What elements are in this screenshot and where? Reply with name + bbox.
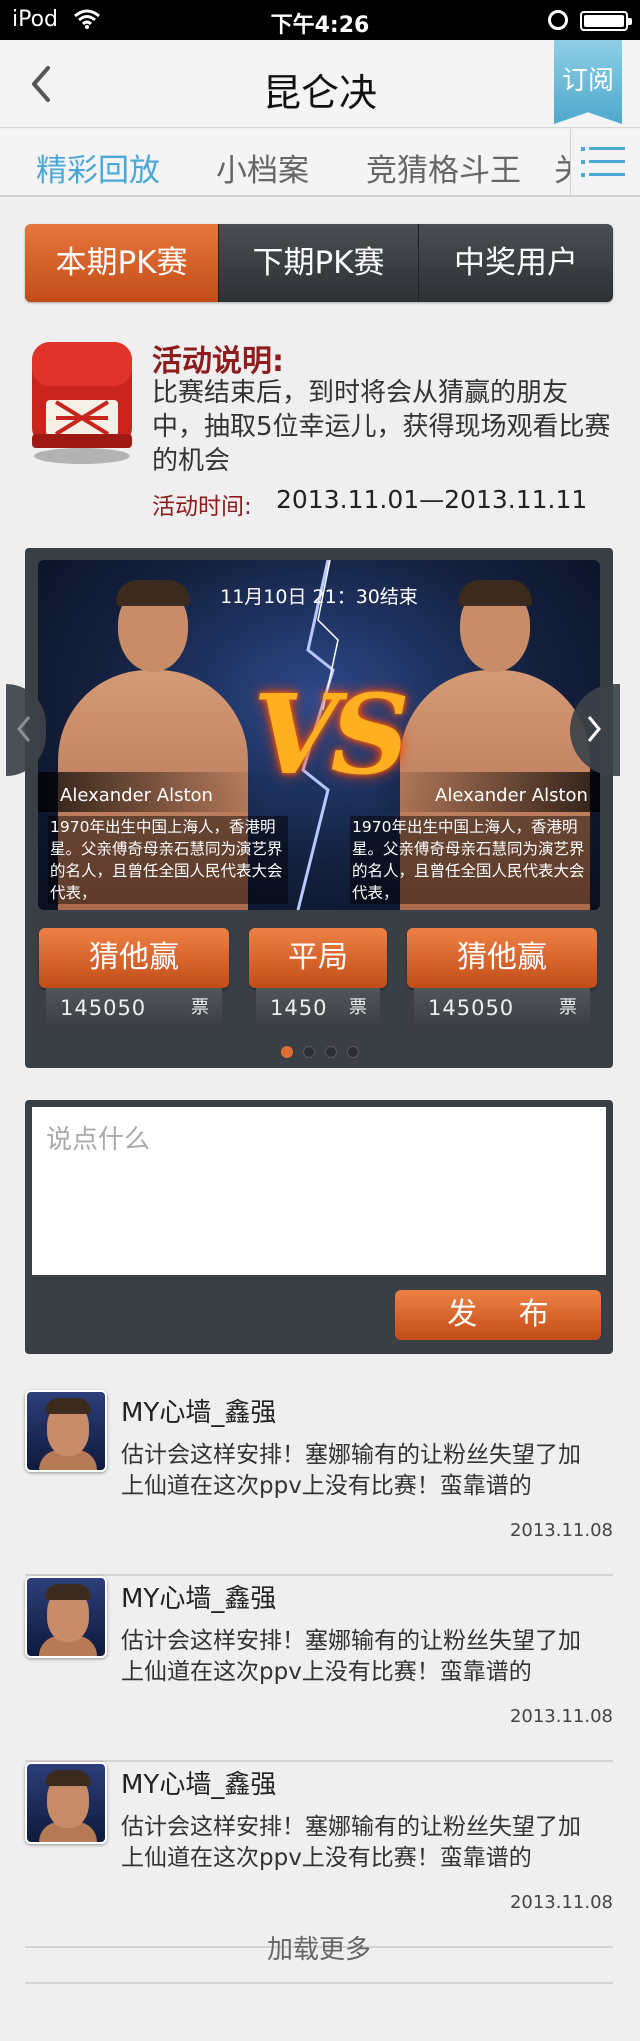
comment-input[interactable] <box>32 1107 606 1275</box>
subscribe-button[interactable]: 订阅 <box>554 40 622 124</box>
vote-draw-count-unit: 票 <box>349 997 368 1018</box>
carousel-page-indicator <box>0 1043 640 1062</box>
nav-bar: 昆仑决 订阅 <box>0 40 640 128</box>
fighter-left-bio: 1970年出生中国上海人，香港明星。父亲傅奇母亲石慧同为演艺界的名人，且曾任全国… <box>48 816 288 904</box>
pk-segment-control: 本期PK赛 下期PK赛 中奖用户 <box>25 224 613 302</box>
vote-draw-count-value: 1450 <box>270 996 328 1020</box>
fighter-left-name: Alexander Alston <box>60 785 213 806</box>
page-dot[interactable] <box>325 1046 337 1058</box>
fighter-right-bio: 1970年出生中国上海人，香港明星。父亲傅奇母亲石慧同为演艺界的名人，且曾任全国… <box>350 816 590 904</box>
comment-username[interactable]: MY心墙_鑫强 <box>121 1764 276 1801</box>
avatar[interactable] <box>25 1762 107 1844</box>
vote-left-count-unit: 票 <box>191 997 210 1018</box>
comment-date: 2013.11.08 <box>509 1706 613 1727</box>
comment-date: 2013.11.08 <box>509 1892 613 1913</box>
activity-title: 活动说明: <box>152 344 284 379</box>
segment-winners[interactable]: 中奖用户 <box>419 224 613 302</box>
comment-item: MY心墙_鑫强 估计会这样安排！塞娜输有的让粉丝失望了加上仙道在这次ppv上没有… <box>25 1576 613 1762</box>
category-tabs: 精彩回放 小档案 竞猜格斗王 关 <box>0 129 640 197</box>
segment-current-pk[interactable]: 本期PK赛 <box>25 224 219 302</box>
boxing-glove-icon <box>32 342 132 464</box>
battery-icon <box>580 11 632 31</box>
activity-time-value: 2013.11.01—2013.11.11 <box>276 485 588 514</box>
comment-date: 2013.11.08 <box>509 1520 613 1541</box>
avatar[interactable] <box>25 1390 107 1472</box>
vote-right-count-unit: 票 <box>559 997 578 1018</box>
comment-username[interactable]: MY心墙_鑫强 <box>121 1392 276 1429</box>
vote-right-win-button[interactable]: 猜他赢 <box>407 928 597 988</box>
alarm-icon <box>548 10 568 30</box>
tab-profile[interactable]: 小档案 <box>216 145 309 190</box>
activity-time-label: 活动时间: <box>152 494 252 520</box>
vote-left-count-value: 145050 <box>60 996 147 1020</box>
chevron-left-icon <box>17 716 31 742</box>
comment-username[interactable]: MY心墙_鑫强 <box>121 1578 276 1615</box>
comment-text: 估计会这样安排！塞娜输有的让粉丝失望了加上仙道在这次ppv上没有比赛！蛮靠谱的 <box>121 1814 581 1871</box>
tab-guess-champion[interactable]: 竞猜格斗王 <box>366 145 521 190</box>
vote-right-count: 145050 票 <box>414 988 590 1028</box>
tab-highlights[interactable]: 精彩回放 <box>36 145 160 190</box>
clock: 下午4:26 <box>270 13 370 38</box>
page-dot[interactable] <box>347 1046 359 1058</box>
comment-text: 估计会这样安排！塞娜输有的让粉丝失望了加上仙道在这次ppv上没有比赛！蛮靠谱的 <box>121 1628 581 1685</box>
page-dot[interactable] <box>303 1046 315 1058</box>
publish-button[interactable]: 发 布 <box>395 1290 601 1340</box>
fighter-right-name: Alexander Alston <box>435 785 588 806</box>
match-end-time: 11月10日 21：30结束 <box>220 586 418 608</box>
vote-right-count-value: 145050 <box>428 996 515 1020</box>
activity-description: 比赛结束后，到时将会从猜赢的朋友中，抽取5位幸运儿，获得现场观看比赛的机会 <box>152 378 611 476</box>
vote-left-win-button[interactable]: 猜他赢 <box>39 928 229 988</box>
chevron-right-icon <box>587 716 601 742</box>
status-bar: iPod 下午4:26 <box>0 0 640 40</box>
menu-icon[interactable] <box>570 129 640 195</box>
segment-next-pk[interactable]: 下期PK赛 <box>219 224 419 302</box>
load-more-button[interactable]: 加载更多 <box>25 1916 613 1984</box>
page-dot[interactable] <box>281 1046 293 1058</box>
avatar[interactable] <box>25 1576 107 1658</box>
match-banner[interactable]: VS 11月10日 21：30结束 Alexander Alston Alexa… <box>38 560 600 910</box>
vote-left-count: 145050 票 <box>46 988 222 1028</box>
comment-form: 发 布 <box>25 1100 613 1354</box>
comment-item: MY心墙_鑫强 估计会这样安排！塞娜输有的让粉丝失望了加上仙道在这次ppv上没有… <box>25 1390 613 1576</box>
vote-draw-button[interactable]: 平局 <box>249 928 387 988</box>
comment-text: 估计会这样安排！塞娜输有的让粉丝失望了加上仙道在这次ppv上没有比赛！蛮靠谱的 <box>121 1442 581 1499</box>
page-title: 昆仑决 <box>262 71 377 115</box>
vote-draw-count: 1450 票 <box>256 988 380 1028</box>
